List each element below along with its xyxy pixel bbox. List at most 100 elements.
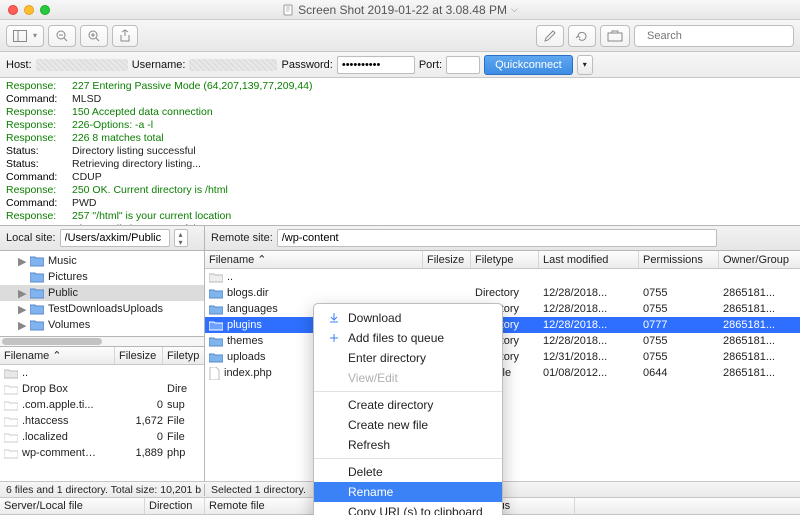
folder-icon (4, 416, 18, 427)
quickconnect-bar: Host: Username: Password: Port: Quickcon… (0, 52, 800, 78)
message-log[interactable]: Response:227 Entering Passive Mode (64,2… (0, 78, 800, 226)
password-field[interactable] (337, 56, 415, 74)
download-icon (329, 313, 339, 323)
menu-item[interactable]: Refresh (314, 435, 502, 455)
menu-item-label: Copy URL(s) to clipboard (348, 505, 483, 515)
remote-site-path[interactable] (277, 229, 717, 247)
folder-icon (4, 448, 18, 459)
tree-item[interactable]: ▶Music (0, 253, 204, 269)
folder-icon (4, 384, 18, 395)
menu-item-label: Refresh (348, 438, 390, 452)
folder-icon (209, 288, 223, 299)
disclosure-arrow-icon[interactable]: ▶ (18, 255, 26, 268)
menu-item-label: Create new file (348, 418, 428, 432)
menu-item[interactable]: Delete (314, 462, 502, 482)
col-filetype[interactable]: Filetyp (163, 347, 204, 364)
menu-item[interactable]: Create directory (314, 395, 502, 415)
title-dropdown-icon[interactable]: ⌵ (511, 4, 518, 15)
col-filename[interactable]: Filename ⌃ (205, 251, 423, 268)
menu-item-label: View/Edit (348, 371, 398, 385)
zoom-out-button[interactable] (48, 25, 76, 47)
zoom-in-button[interactable] (80, 25, 108, 47)
menu-item[interactable]: Add files to queue (314, 328, 502, 348)
log-line: Command:CDUP (6, 171, 794, 184)
menu-item[interactable]: Copy URL(s) to clipboard (314, 502, 502, 515)
col-filesize[interactable]: Filesize (115, 347, 163, 364)
search-input[interactable] (645, 29, 791, 43)
menu-item[interactable]: Rename (314, 482, 502, 502)
username-field[interactable] (189, 59, 277, 71)
local-path-stepper[interactable]: ▴▾ (174, 229, 188, 247)
log-line: Command:PWD (6, 197, 794, 210)
log-line: Response:226 8 matches total (6, 132, 794, 145)
tree-item-label: TestDownloadsUploads (48, 303, 163, 315)
tree-item[interactable]: ▶ Public (0, 285, 204, 301)
toolbar: ▾ (0, 20, 800, 52)
local-file-list[interactable]: ..Drop BoxDire.com.apple.ti...0sup.htacc… (0, 365, 204, 481)
file-row[interactable]: .. (0, 365, 204, 381)
menu-item-label: Delete (348, 465, 383, 479)
local-list-header: Filename ⌃ Filesize Filetyp (0, 347, 204, 365)
host-label: Host: (6, 59, 32, 71)
file-row[interactable]: .com.apple.ti...0sup (0, 397, 204, 413)
folder-icon (209, 336, 223, 347)
share-icon (119, 29, 131, 43)
col-owner[interactable]: Owner/Group (719, 251, 800, 268)
tree-scrollbar[interactable] (0, 337, 204, 347)
queue-col-end[interactable] (575, 498, 800, 514)
local-tree[interactable]: ▶Music Pictures ▶ Public ▶ TestDownloadsUploa… (0, 251, 204, 337)
file-row[interactable]: .localized0File (0, 429, 204, 445)
queue-col-server[interactable]: Server/Local file (0, 498, 145, 514)
username-label: Username: (132, 59, 186, 71)
tree-item-label: Public (48, 287, 78, 299)
menu-item[interactable]: Enter directory (314, 348, 502, 368)
quickconnect-history-button[interactable]: ▾ (577, 55, 593, 75)
rotate-button[interactable] (568, 25, 596, 47)
local-site-path[interactable] (60, 229, 170, 247)
tree-item-label: Volumes (48, 319, 90, 331)
toolbar-search[interactable] (634, 25, 794, 47)
menu-item[interactable]: Create new file (314, 415, 502, 435)
tree-item[interactable]: Pictures (0, 269, 204, 285)
col-filename[interactable]: Filename ⌃ (0, 347, 115, 364)
col-last-modified[interactable]: Last modified (539, 251, 639, 268)
log-line: Status:Retrieving directory listing... (6, 158, 794, 171)
port-field[interactable] (446, 56, 480, 74)
host-field[interactable] (36, 59, 128, 71)
toolbox-button[interactable] (600, 25, 630, 47)
quickconnect-button[interactable]: Quickconnect (484, 55, 573, 75)
menu-separator (314, 391, 502, 392)
rotate-icon (575, 29, 589, 43)
titlebar: Screen Shot 2019-01-22 at 3.08.48 PM ⌵ (0, 0, 800, 20)
zoom-in-icon (87, 29, 101, 43)
menu-item[interactable]: Download (314, 308, 502, 328)
menu-item-label: Add files to queue (348, 331, 444, 345)
log-line: Command:MLSD (6, 93, 794, 106)
col-filesize[interactable]: Filesize (423, 251, 471, 268)
file-row[interactable]: wp-comment…1,889php (0, 445, 204, 461)
col-permissions[interactable]: Permissions (639, 251, 719, 268)
file-row[interactable]: .. (205, 269, 800, 285)
disclosure-arrow-icon[interactable]: ▶ (18, 287, 26, 300)
file-row[interactable]: Drop BoxDire (0, 381, 204, 397)
share-button[interactable] (112, 25, 138, 47)
edit-button[interactable] (536, 25, 564, 47)
tree-item-label: Pictures (48, 271, 88, 283)
file-row[interactable]: blogs.dirDirectory12/28/2018...075528651… (205, 285, 800, 301)
remote-list-header: Filename ⌃ Filesize Filetype Last modifi… (205, 251, 800, 269)
layout-segmented[interactable]: ▾ (6, 25, 44, 47)
disclosure-arrow-icon[interactable]: ▶ (18, 303, 26, 316)
menu-item-label: Create directory (348, 398, 433, 412)
remote-site-label: Remote site: (211, 232, 273, 244)
local-site-bar: Local site: ▴▾ (0, 226, 205, 250)
disclosure-arrow-icon[interactable]: ▶ (18, 319, 26, 332)
local-status-text: 6 files and 1 directory. Total size: 10,… (0, 484, 205, 496)
queue-col-direction[interactable]: Direction (145, 498, 205, 514)
document-icon (282, 4, 294, 16)
tree-item[interactable]: ▶ TestDownloadsUploads (0, 301, 204, 317)
folder-icon (209, 352, 223, 363)
tree-item[interactable]: ▶ Volumes (0, 317, 204, 333)
file-row[interactable]: .htaccess1,672File (0, 413, 204, 429)
col-filetype[interactable]: Filetype (471, 251, 539, 268)
chevron-down-icon: ▾ (583, 60, 587, 69)
